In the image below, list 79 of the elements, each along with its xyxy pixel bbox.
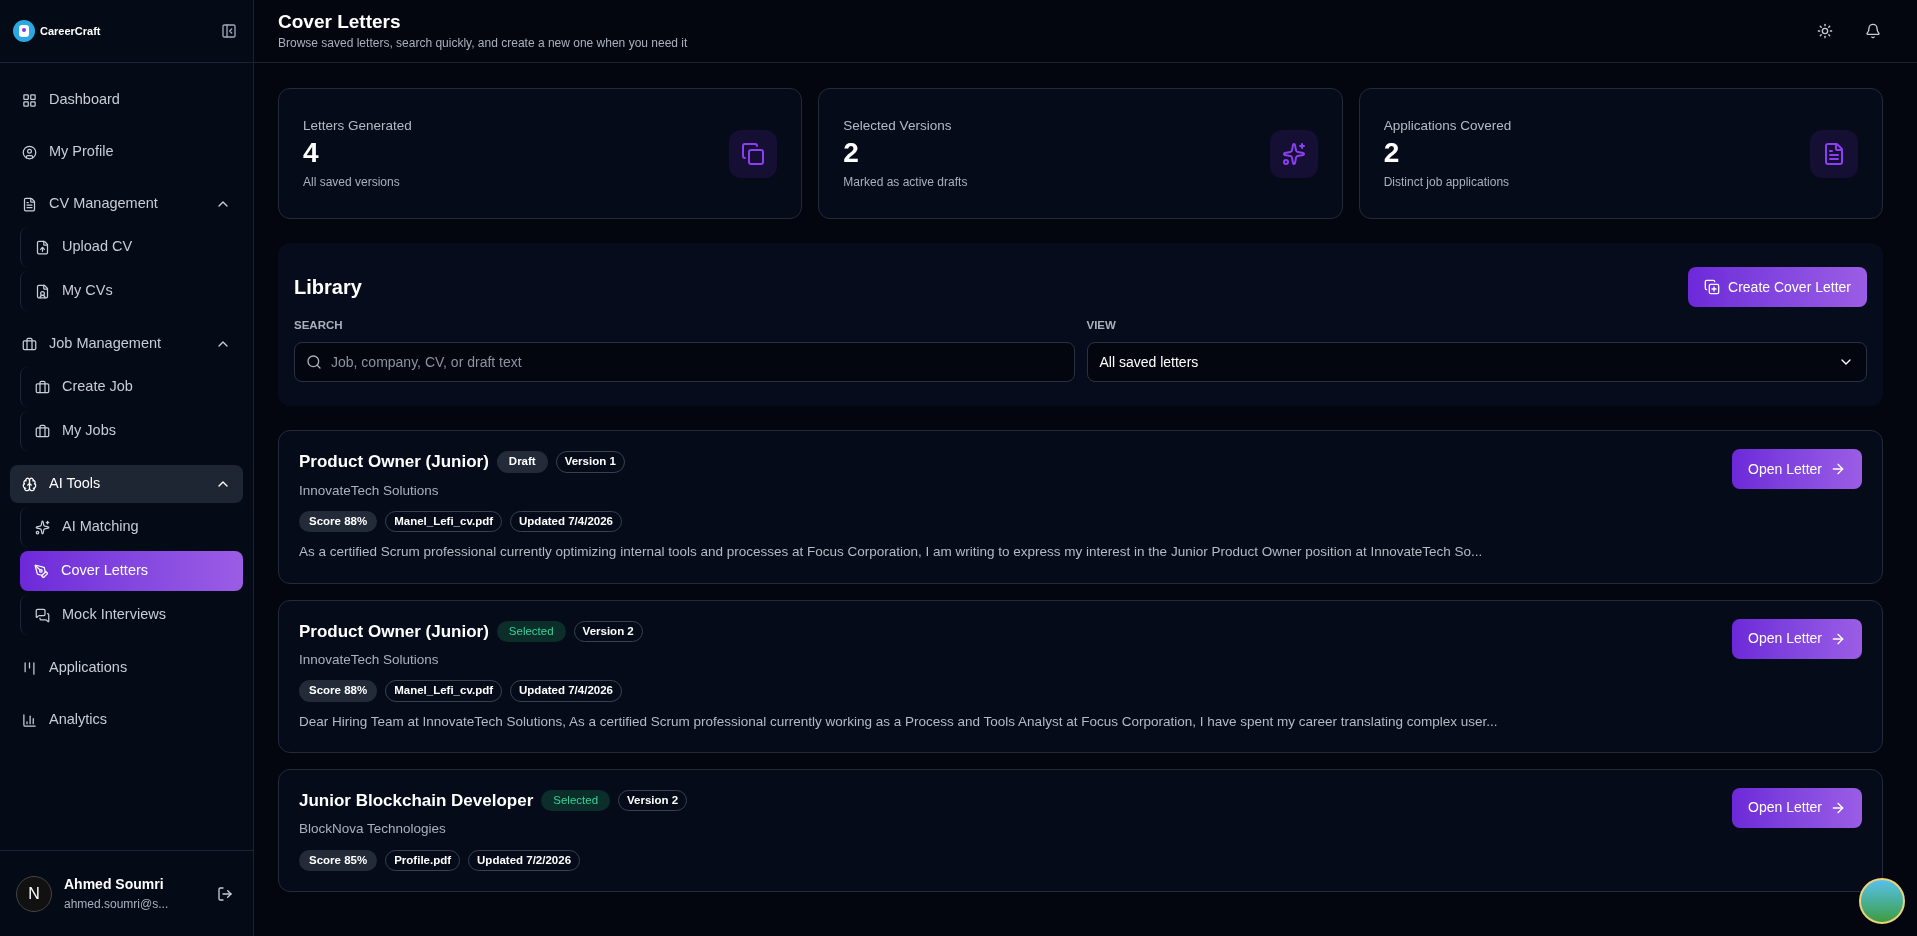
sidebar-item[interactable]: Upload CV xyxy=(20,227,243,267)
letter-title: Product Owner (Junior) xyxy=(299,451,489,474)
stat-note: Distinct job applications xyxy=(1383,173,1511,191)
theme-toggle-button[interactable] xyxy=(1817,23,1833,39)
page-subtitle: Browse saved letters, search quickly, and create a new one when you need it xyxy=(278,35,688,52)
copy-plus-icon xyxy=(1704,279,1721,295)
sidebar-item[interactable]: CV Management xyxy=(10,185,243,223)
stat-label: Letters Generated xyxy=(303,117,412,136)
floating-avatar[interactable] xyxy=(1859,878,1905,924)
meta-tag: Score 88% xyxy=(299,511,378,533)
user-circle-icon xyxy=(22,144,37,160)
chat-icon xyxy=(35,607,50,623)
open-letter-button[interactable]: Open Letter xyxy=(1732,618,1862,659)
sidebar-item[interactable]: Dashboard xyxy=(10,81,243,119)
sidebar-item[interactable]: Cover Letters xyxy=(20,551,243,591)
letter-title: Product Owner (Junior) xyxy=(299,620,489,643)
bar-chart-icon xyxy=(22,712,37,728)
notifications-button[interactable] xyxy=(1865,23,1881,39)
document-icon xyxy=(1822,141,1846,166)
company-name: BlockNova Technologies xyxy=(299,820,447,839)
stat-value: 2 xyxy=(843,136,860,169)
sidebar-item[interactable]: Create Job xyxy=(20,367,243,407)
library-title: Library xyxy=(294,275,362,300)
user-email: ahmed.soumri@s... xyxy=(64,896,170,913)
sidebar-item[interactable]: Analytics xyxy=(10,701,243,739)
file-upload-icon xyxy=(35,239,50,255)
pen-icon xyxy=(34,563,49,579)
briefcase-icon xyxy=(35,423,50,439)
grid-icon xyxy=(22,92,37,108)
search-field[interactable]: Job, company, CV, or draft text xyxy=(294,342,1075,383)
meta-tag: Score 88% xyxy=(299,680,378,702)
status-badge: Selected xyxy=(541,789,611,812)
status-badge: Draft xyxy=(496,451,548,473)
sidebar-item[interactable]: Applications xyxy=(10,649,243,687)
sidebar-item[interactable]: My Profile xyxy=(10,133,243,171)
briefcase-icon xyxy=(22,336,37,352)
brain-icon xyxy=(22,476,37,492)
sidebar-collapse-icon xyxy=(221,23,237,39)
stat-note: Marked as active drafts xyxy=(843,173,968,191)
sidebar-item[interactable]: My CVs xyxy=(20,271,243,311)
brand-name: CareerCraft xyxy=(40,23,101,39)
stat-note: All saved versions xyxy=(303,173,401,191)
letter-title: Junior Blockchain Developer xyxy=(299,789,534,812)
sparkles-icon xyxy=(35,519,50,535)
briefcase-icon xyxy=(35,379,50,395)
company-name: InnovateTech Solutions xyxy=(299,651,440,669)
open-letter-button[interactable]: Open Letter xyxy=(1732,449,1862,490)
kanban-icon xyxy=(22,660,37,676)
sun-icon xyxy=(1817,23,1833,39)
sidebar-item[interactable]: AI Tools xyxy=(10,465,243,503)
status-badge: Selected xyxy=(496,620,566,642)
sidebar-item[interactable]: Job Management xyxy=(10,325,243,363)
meta-tag: Score 85% xyxy=(299,849,378,871)
create-cover-letter-button[interactable]: Create Cover Letter xyxy=(1688,267,1867,307)
logout-icon xyxy=(217,885,233,902)
sparkles-icon xyxy=(1281,141,1306,166)
letter-excerpt: Dear Hiring Team at InnovateTech Solutions, As a certified Scrum professional currently working as a Process and Tools Analyst at Focus Corporation, I have spent my career translating complex user... xyxy=(299,712,1498,731)
open-letter-button[interactable]: Open Letter xyxy=(1732,787,1862,828)
copy-icon xyxy=(741,141,766,166)
document-icon xyxy=(22,196,37,212)
view-dropdown[interactable]: All saved letters xyxy=(1086,342,1867,383)
user-name: Ahmed Soumri xyxy=(64,875,165,894)
stat-value: 2 xyxy=(1383,136,1401,169)
bell-icon xyxy=(1865,23,1881,39)
stat-label: Selected Versions xyxy=(843,117,953,136)
stat-value: 4 xyxy=(303,136,320,169)
user-avatar: N xyxy=(16,875,52,912)
stat-label: Applications Covered xyxy=(1383,117,1512,136)
logo-icon xyxy=(12,19,36,43)
search-label: SEARCH xyxy=(294,318,344,333)
file-user-icon xyxy=(35,283,50,299)
page-title: Cover Letters xyxy=(278,10,402,34)
company-name: InnovateTech Solutions xyxy=(299,481,440,500)
sidebar-item[interactable]: My Jobs xyxy=(20,411,243,451)
sidebar-item[interactable]: Mock Interviews xyxy=(20,595,243,635)
letter-excerpt: As a certified Scrum professional currently optimizing internal tools and processes at Focus Corporation, I am writing to express my interest in the Junior Product Owner position at InnovateTech So... xyxy=(299,543,1483,562)
search-icon xyxy=(306,354,322,371)
sidebar-item[interactable]: AI Matching xyxy=(20,507,243,547)
view-label: VIEW xyxy=(1086,318,1117,333)
